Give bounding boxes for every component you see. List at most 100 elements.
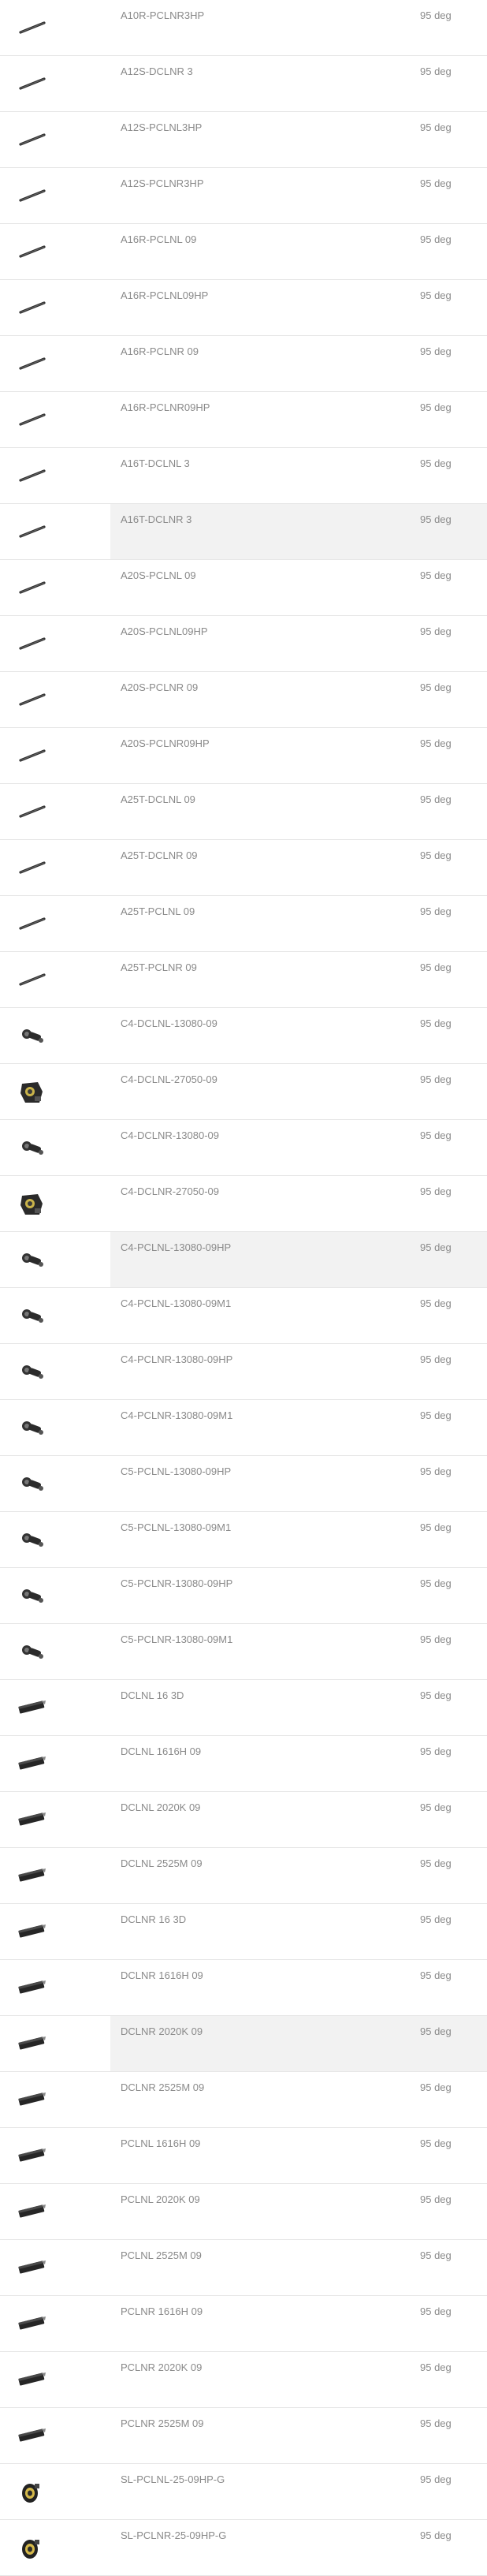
table-row[interactable]: A16R-PCLNR09HP 95 deg [0, 392, 487, 448]
tool-designation: DCLNL 1616H 09 [121, 1745, 202, 1757]
tool-designation: SL-PCLNR-25-09HP-G [121, 2529, 227, 2541]
table-row[interactable]: C4-DCLNL-27050-09 95 deg [0, 1064, 487, 1120]
table-row[interactable]: PCLNL 1616H 09 95 deg [0, 2128, 487, 2184]
tool-thumbnail [8, 1128, 55, 1167]
table-row[interactable]: DCLNR 2525M 09 95 deg [0, 2072, 487, 2128]
capto-head-icon [22, 1477, 43, 1491]
table-row[interactable]: A20S-PCLNL09HP 95 deg [0, 616, 487, 672]
slim-bar-icon [19, 21, 46, 34]
tool-thumbnail [8, 1408, 55, 1447]
table-row[interactable]: PCLNR 2525M 09 95 deg [0, 2408, 487, 2464]
entering-angle: 95 deg [420, 1353, 452, 1365]
entering-angle: 95 deg [420, 1185, 452, 1197]
entering-angle: 95 deg [420, 569, 452, 581]
tool-designation: A16T-DCLNR 3 [121, 513, 192, 525]
table-row[interactable]: C4-DCLNR-27050-09 95 deg [0, 1176, 487, 1232]
entering-angle: 95 deg [420, 905, 452, 917]
tool-thumbnail [8, 344, 55, 383]
tool-designation: A16R-PCLNL 09 [121, 233, 197, 245]
table-row[interactable]: DCLNR 1616H 09 95 deg [0, 1960, 487, 2016]
entering-angle: 95 deg [420, 1297, 452, 1309]
table-row[interactable]: SL-PCLNL-25-09HP-G 95 deg [0, 2464, 487, 2520]
capto-head-icon [22, 1533, 43, 1547]
table-row[interactable]: A25T-DCLNR 09 95 deg [0, 840, 487, 896]
table-row[interactable]: A20S-PCLNR09HP 95 deg [0, 728, 487, 784]
slim-bar-icon [19, 861, 46, 874]
tool-designation: C4-DCLNR-13080-09 [121, 1129, 219, 1141]
table-row[interactable]: A20S-PCLNR 09 95 deg [0, 672, 487, 728]
shank-holder-icon [18, 2037, 46, 2050]
slim-bar-icon [19, 973, 46, 986]
table-row[interactable]: A12S-DCLNR 3 95 deg [0, 56, 487, 112]
tool-thumbnail [8, 1016, 55, 1055]
table-row[interactable]: C4-PCLNL-13080-09HP 95 deg [0, 1232, 487, 1288]
entering-angle: 95 deg [420, 2025, 452, 2037]
table-row[interactable]: C5-PCLNL-13080-09HP 95 deg [0, 1456, 487, 1512]
entering-angle: 95 deg [420, 2529, 452, 2541]
table-row[interactable]: A16T-DCLNR 3 95 deg [0, 504, 487, 560]
table-row[interactable]: C5-PCLNR-13080-09M1 95 deg [0, 1624, 487, 1680]
tool-thumbnail [8, 792, 55, 831]
table-row[interactable]: DCLNL 16 3D 95 deg [0, 1680, 487, 1736]
tool-thumbnail [8, 2528, 55, 2567]
table-row[interactable]: A16R-PCLNL09HP 95 deg [0, 280, 487, 336]
entering-angle: 95 deg [420, 177, 452, 189]
slim-bar-icon [19, 581, 46, 594]
table-row[interactable]: DCLNL 2525M 09 95 deg [0, 1848, 487, 1904]
tool-designation: DCLNR 16 3D [121, 1913, 187, 1925]
table-row[interactable]: DCLNR 2020K 09 95 deg [0, 2016, 487, 2072]
table-row[interactable]: DCLNR 16 3D 95 deg [0, 1904, 487, 1960]
table-row[interactable]: C4-PCLNR-13080-09M1 95 deg [0, 1400, 487, 1456]
table-row[interactable]: A25T-PCLNL 09 95 deg [0, 896, 487, 952]
table-row[interactable]: A16R-PCLNL 09 95 deg [0, 224, 487, 280]
table-row[interactable]: C4-PCLNR-13080-09HP 95 deg [0, 1344, 487, 1400]
table-row[interactable]: C5-PCLNL-13080-09M1 95 deg [0, 1512, 487, 1568]
shank-holder-icon [18, 1925, 46, 1938]
tool-designation: C4-DCLNR-27050-09 [121, 1185, 219, 1197]
table-row[interactable]: A25T-PCLNR 09 95 deg [0, 952, 487, 1008]
table-row[interactable]: C4-PCLNL-13080-09M1 95 deg [0, 1288, 487, 1344]
table-row[interactable]: A12S-PCLNL3HP 95 deg [0, 112, 487, 168]
table-row[interactable]: SL-PCLNR-25-09HP-G 95 deg [0, 2520, 487, 2576]
tool-designation: C5-PCLNL-13080-09M1 [121, 1521, 232, 1533]
table-row[interactable]: A16R-PCLNR 09 95 deg [0, 336, 487, 392]
table-row[interactable]: PCLNR 2020K 09 95 deg [0, 2352, 487, 2408]
tool-designation: C4-DCLNL-27050-09 [121, 1073, 217, 1085]
entering-angle: 95 deg [420, 9, 452, 21]
table-row[interactable]: A20S-PCLNL 09 95 deg [0, 560, 487, 616]
table-row[interactable]: PCLNL 2525M 09 95 deg [0, 2240, 487, 2296]
table-row[interactable]: A10R-PCLNR3HP 95 deg [0, 0, 487, 56]
tool-designation: A25T-PCLNL 09 [121, 905, 195, 917]
table-row[interactable]: PCLNR 1616H 09 95 deg [0, 2296, 487, 2352]
tool-designation: A10R-PCLNR3HP [121, 9, 205, 21]
table-row[interactable]: PCLNL 2020K 09 95 deg [0, 2184, 487, 2240]
tool-thumbnail [8, 2024, 55, 2063]
capto-head-icon [22, 1421, 43, 1435]
entering-angle: 95 deg [420, 793, 452, 805]
shank-holder-icon [18, 1701, 46, 1714]
table-row[interactable]: DCLNL 2020K 09 95 deg [0, 1792, 487, 1848]
slim-bar-icon [19, 357, 46, 370]
table-row[interactable]: C5-PCLNR-13080-09HP 95 deg [0, 1568, 487, 1624]
entering-angle: 95 deg [420, 2361, 452, 2373]
table-row[interactable]: DCLNL 1616H 09 95 deg [0, 1736, 487, 1792]
entering-angle: 95 deg [420, 2473, 452, 2485]
shank-holder-icon [18, 2149, 46, 2162]
shank-holder-icon [18, 1813, 46, 1826]
entering-angle: 95 deg [420, 2081, 452, 2093]
table-row[interactable]: A12S-PCLNR3HP 95 deg [0, 168, 487, 224]
tool-thumbnail [8, 960, 55, 999]
tool-thumbnail [8, 2304, 55, 2343]
slim-bar-icon [19, 469, 46, 482]
slim-bar-icon [19, 77, 46, 90]
table-row[interactable]: C4-DCLNL-13080-09 95 deg [0, 1008, 487, 1064]
capto-block-icon [20, 1082, 43, 1103]
tool-thumbnail [8, 736, 55, 775]
tool-designation: A16T-DCLNL 3 [121, 457, 190, 469]
table-row[interactable]: A25T-DCLNL 09 95 deg [0, 784, 487, 840]
tool-designation: DCLNL 16 3D [121, 1689, 184, 1701]
entering-angle: 95 deg [420, 1465, 452, 1477]
table-row[interactable]: A16T-DCLNL 3 95 deg [0, 448, 487, 504]
table-row[interactable]: C4-DCLNR-13080-09 95 deg [0, 1120, 487, 1176]
entering-angle: 95 deg [420, 457, 452, 469]
